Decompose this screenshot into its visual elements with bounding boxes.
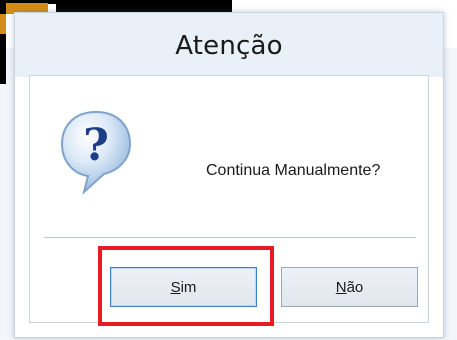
dialog-titlebar[interactable]: Atenção: [15, 13, 443, 77]
no-button-label: ão: [346, 278, 364, 296]
background-left-strip: [0, 14, 6, 84]
yes-button-label: im: [180, 278, 197, 296]
dialog-body: ? Continua Manualmente? Sim Não: [29, 75, 429, 326]
message-dialog: Atenção ? Continua Manualmente? Sim Não: [14, 12, 444, 338]
svg-text:?: ?: [83, 120, 109, 171]
background-left-accent: [0, 14, 6, 34]
dialog-title: Atenção: [175, 31, 283, 61]
no-button-mnemonic: N: [335, 278, 347, 296]
yes-button[interactable]: Sim: [110, 267, 257, 307]
yes-button-mnemonic: S: [170, 278, 181, 296]
question-icon: ?: [60, 110, 132, 195]
dialog-message: Continua Manualmente?: [206, 162, 381, 179]
separator: [44, 237, 416, 238]
no-button[interactable]: Não: [281, 267, 418, 307]
